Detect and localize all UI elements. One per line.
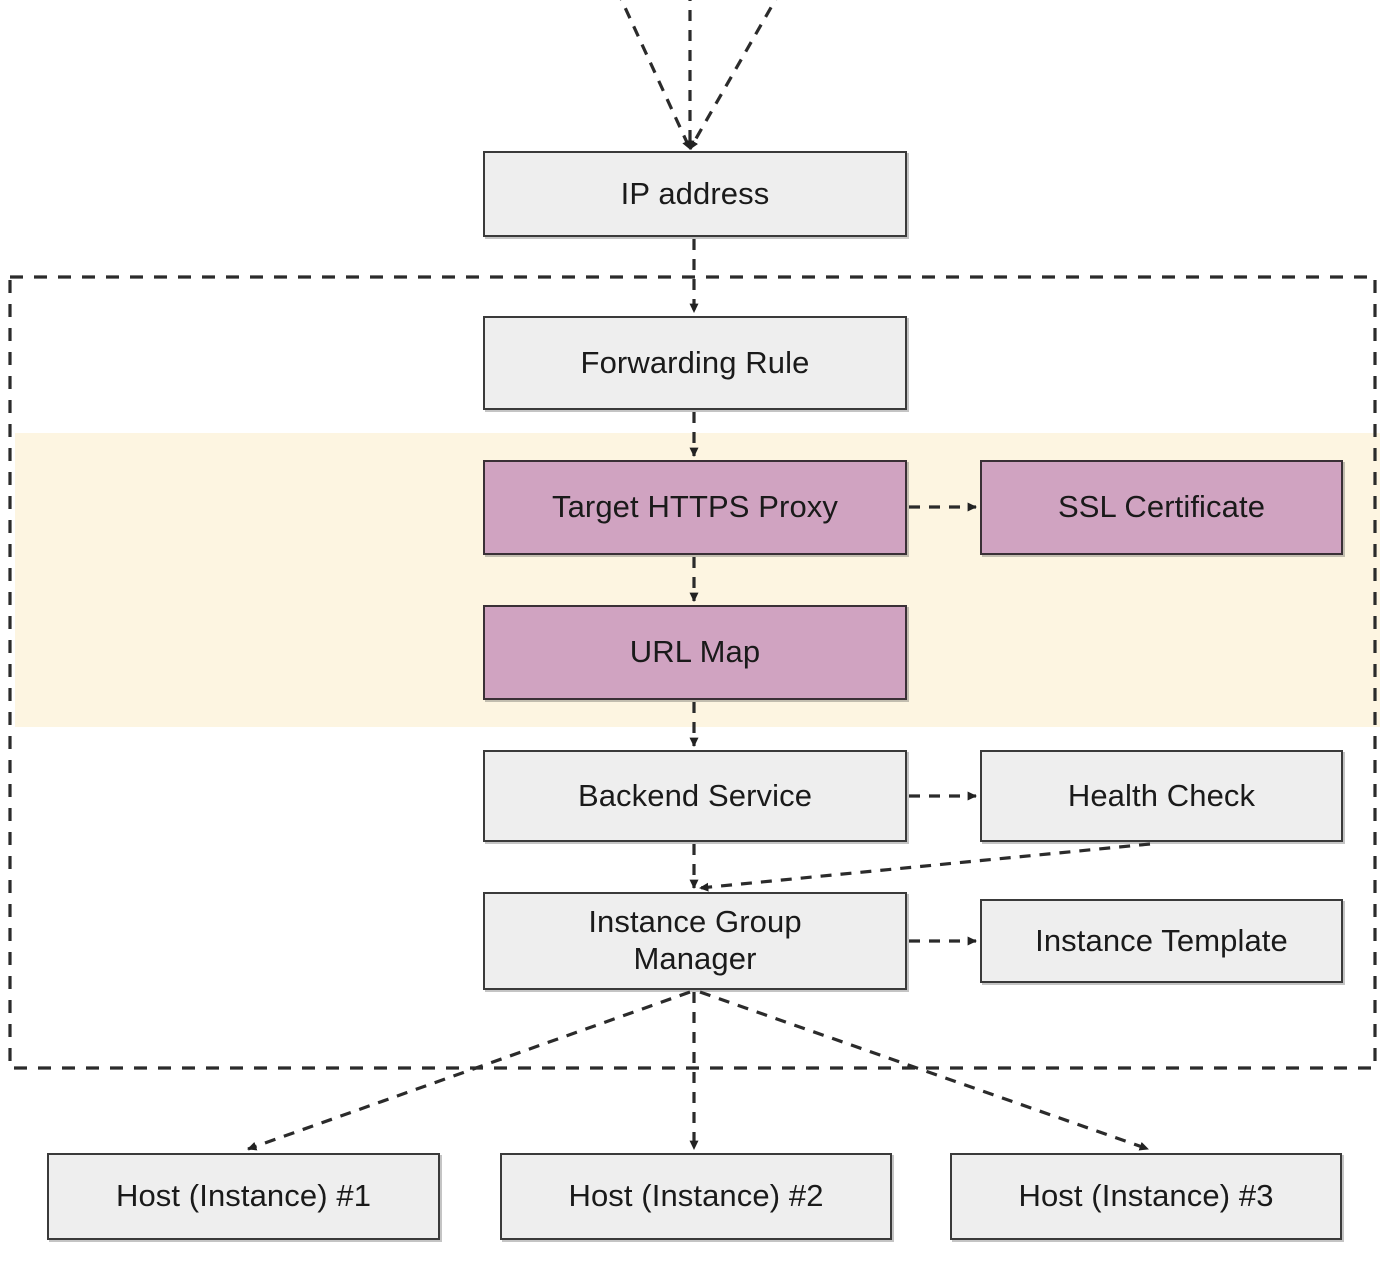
node-label-ssl_certificate: SSL Certificate [1057, 489, 1266, 525]
node-forwarding_rule[interactable]: Forwarding Rule [483, 316, 907, 410]
node-backend_service[interactable]: Backend Service [483, 750, 907, 842]
node-label-target_proxy: Target HTTPS Proxy [551, 489, 839, 525]
node-host_2[interactable]: Host (Instance) #2 [500, 1153, 892, 1240]
edge-client-right-to-ip [688, 0, 778, 150]
node-label-forwarding_rule: Forwarding Rule [580, 344, 810, 380]
node-target_proxy[interactable]: Target HTTPS Proxy [483, 460, 907, 555]
diagram-root: IP address Forwarding Rule Target HTTPS Pr… [0, 0, 1392, 1262]
node-instance_group[interactable]: Instance Group Manager [483, 892, 907, 990]
node-url_map[interactable]: URL Map [483, 605, 907, 700]
edge-client-left-to-ip [619, 0, 692, 150]
node-label-instance_template: Instance Template [1035, 922, 1288, 958]
node-label-host_1: Host (Instance) #1 [115, 1178, 372, 1214]
node-label-health_check: Health Check [1067, 777, 1256, 813]
node-host_1[interactable]: Host (Instance) #1 [47, 1153, 440, 1240]
edge-instancegrp-to-host1 [247, 990, 691, 1151]
node-instance_template[interactable]: Instance Template [980, 899, 1343, 983]
node-ip_address[interactable]: IP address [483, 151, 907, 237]
node-label-host_3: Host (Instance) #3 [1018, 1178, 1274, 1214]
edge-healthcheck-to-instancegrp [699, 842, 1151, 892]
node-host_3[interactable]: Host (Instance) #3 [950, 1153, 1342, 1240]
node-label-instance_group: Instance Group Manager [588, 904, 802, 976]
node-health_check[interactable]: Health Check [980, 750, 1343, 842]
node-label-ip_address: IP address [620, 175, 770, 211]
node-label-url_map: URL Map [629, 634, 761, 670]
node-ssl_certificate[interactable]: SSL Certificate [980, 460, 1343, 555]
node-label-host_2: Host (Instance) #2 [568, 1178, 824, 1214]
edge-instancegrp-to-host3 [699, 990, 1149, 1151]
node-label-backend_service: Backend Service [577, 777, 813, 813]
